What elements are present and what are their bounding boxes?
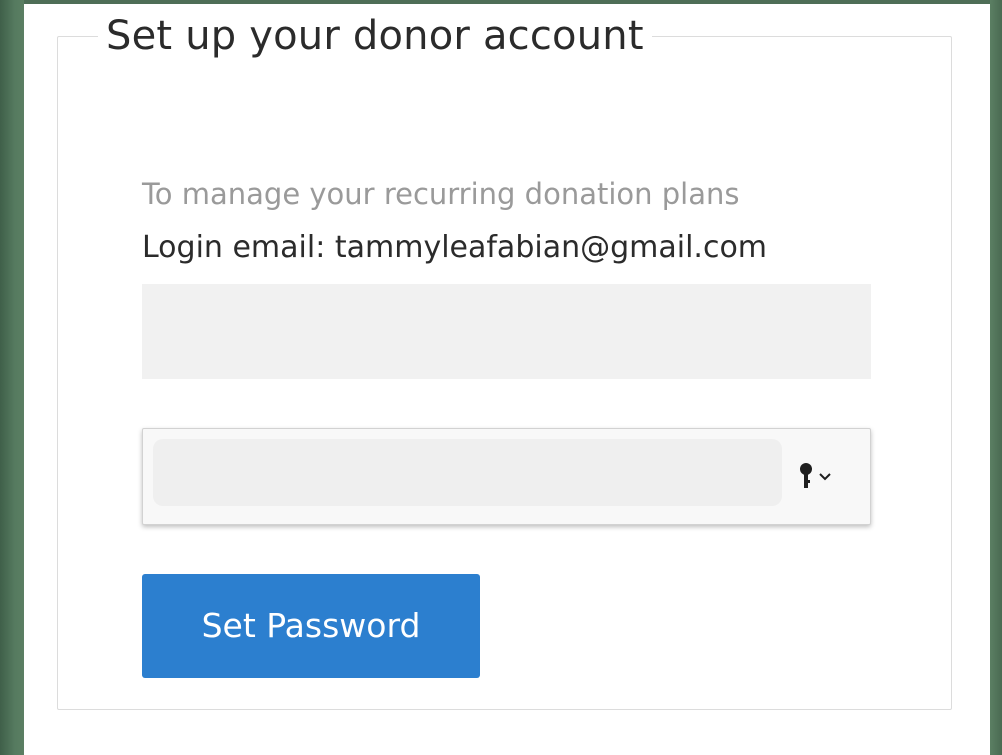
chevron-down-icon xyxy=(819,473,831,481)
login-email-text: Login email: tammyleafabian@gmail.com xyxy=(142,230,768,265)
account-field[interactable] xyxy=(142,284,871,379)
form-subtitle: To manage your recurring donation plans xyxy=(142,177,740,211)
key-icon xyxy=(800,463,812,488)
form-title: Set up your donor account xyxy=(106,13,644,59)
donor-account-form: Set up your donor account To manage your… xyxy=(57,14,952,710)
password-manager-menu[interactable] xyxy=(798,457,848,497)
background-edge-right xyxy=(990,0,1002,755)
background-edge-left xyxy=(0,0,24,755)
donor-account-panel: Set up your donor account To manage your… xyxy=(24,4,990,755)
password-input[interactable] xyxy=(153,439,782,506)
set-password-button[interactable]: Set Password xyxy=(142,574,480,678)
password-field-container xyxy=(142,428,871,525)
